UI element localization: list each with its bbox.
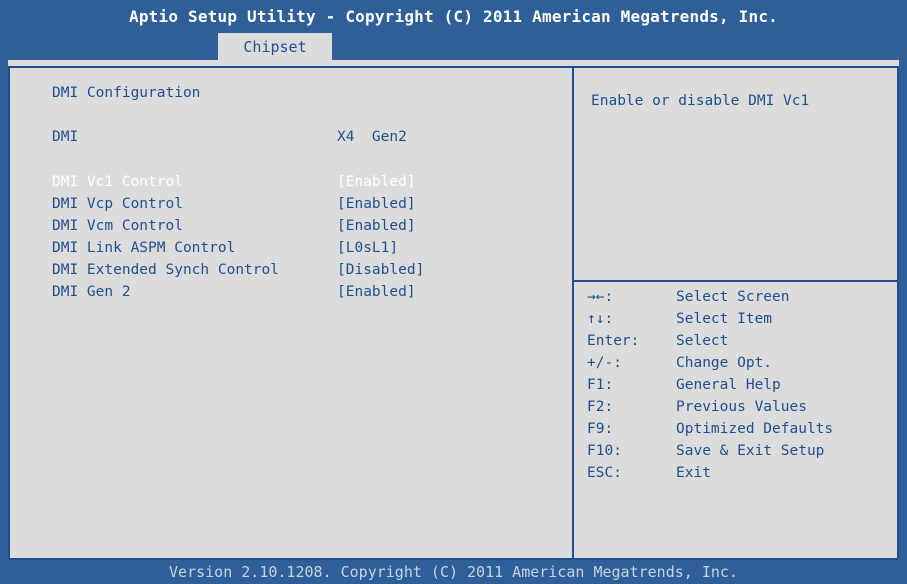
option-dmi-vcm-value[interactable]: [Enabled] (337, 216, 416, 236)
tab-chipset[interactable]: Chipset (218, 33, 332, 60)
key-enter: Enter: (587, 333, 640, 349)
key-desc: Exit (676, 465, 711, 481)
key-f2: F2: (587, 399, 614, 415)
key-desc: Save & Exit Setup (676, 443, 825, 459)
key-desc: Change Opt. (676, 355, 773, 371)
up-down-arrow-icon: ↑↓: (587, 311, 614, 327)
key-f1: F1: (587, 377, 614, 393)
help-text: Enable or disable DMI Vc1 (591, 93, 810, 109)
key-desc: Previous Values (676, 399, 807, 415)
section-title: DMI Configuration (52, 85, 201, 101)
footer-bar: Version 2.10.1208. Copyright (C) 2011 Am… (0, 562, 907, 584)
option-dmi-link-aspm-value[interactable]: [L0sL1] (337, 238, 398, 258)
key-desc: Select Screen (676, 289, 790, 305)
option-dmi-vcp-value[interactable]: [Enabled] (337, 194, 416, 214)
key-desc: Select Item (676, 311, 773, 327)
header-bar: Aptio Setup Utility - Copyright (C) 2011… (0, 0, 907, 60)
option-dmi-vc1-label[interactable]: DMI Vc1 Control (52, 172, 183, 192)
option-dmi-extended-synch-value[interactable]: [Disabled] (337, 260, 424, 280)
help-divider (574, 280, 897, 282)
key-plus-minus: +/-: (587, 355, 622, 371)
option-dmi-vcp-label[interactable]: DMI Vcp Control (52, 194, 183, 214)
option-dmi-vc1-value[interactable]: [Enabled] (337, 172, 416, 192)
vertical-divider (572, 66, 574, 558)
option-dmi-gen2-label[interactable]: DMI Gen 2 (52, 282, 131, 302)
option-dmi-extended-synch-label[interactable]: DMI Extended Synch Control (52, 260, 279, 280)
option-dmi-link-aspm-label[interactable]: DMI Link ASPM Control (52, 238, 235, 258)
dmi-label: DMI (52, 129, 79, 145)
key-desc: General Help (676, 377, 781, 393)
key-desc: Select (676, 333, 729, 349)
main-panel: DMI Configuration DMI X4 Gen2 DMI Vc1 Co… (8, 60, 899, 560)
key-desc: Optimized Defaults (676, 421, 834, 437)
key-f9: F9: (587, 421, 614, 437)
option-dmi-gen2-value[interactable]: [Enabled] (337, 282, 416, 302)
dmi-value: X4 Gen2 (337, 129, 407, 145)
key-esc: ESC: (587, 465, 622, 481)
app-title: Aptio Setup Utility - Copyright (C) 2011… (129, 7, 778, 26)
left-right-arrow-icon: →←: (587, 289, 614, 305)
option-dmi-vcm-label[interactable]: DMI Vcm Control (52, 216, 183, 236)
version-text: Version 2.10.1208. Copyright (C) 2011 Am… (169, 563, 738, 581)
key-f10: F10: (587, 443, 622, 459)
